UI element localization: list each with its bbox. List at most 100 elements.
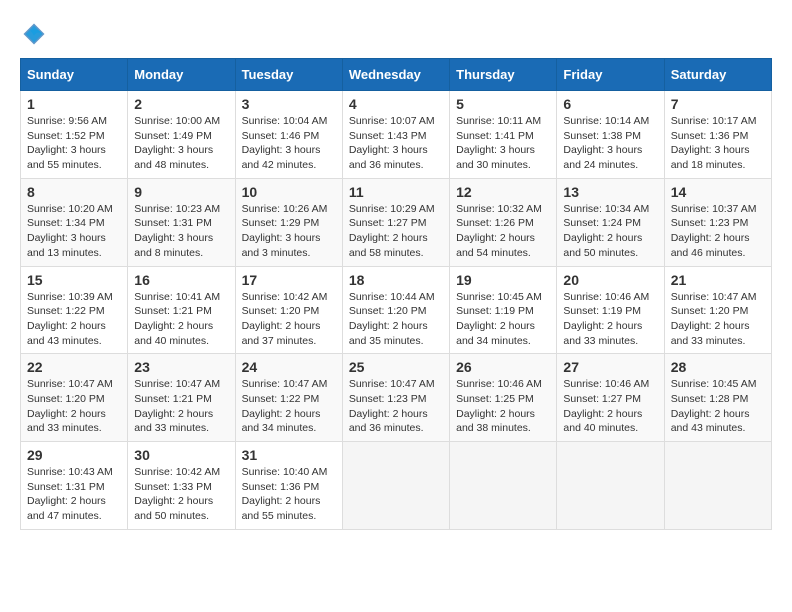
day-info: Sunrise: 10:14 AMSunset: 1:38 PMDaylight… bbox=[563, 114, 657, 173]
day-info: Sunrise: 10:37 AMSunset: 1:23 PMDaylight… bbox=[671, 202, 765, 261]
calendar-cell: 23 Sunrise: 10:47 AMSunset: 1:21 PMDaylig… bbox=[128, 354, 235, 442]
calendar-cell: 16 Sunrise: 10:41 AMSunset: 1:21 PMDaylig… bbox=[128, 266, 235, 354]
calendar-cell: 30Sunrise: 10:42 AMSunset: 1:33 PMDaylig… bbox=[128, 442, 235, 530]
day-info: Sunrise: 10:44 AMSunset: 1:20 PMDaylight… bbox=[349, 290, 443, 349]
calendar-cell: 10 Sunrise: 10:26 AMSunset: 1:29 PMDaylig… bbox=[235, 178, 342, 266]
day-number: 23 bbox=[134, 359, 228, 375]
day-number: 2 bbox=[134, 96, 228, 112]
calendar-cell: 21Sunrise: 10:47 AMSunset: 1:20 PMDaylig… bbox=[664, 266, 771, 354]
day-info: Sunrise: 10:46 AMSunset: 1:27 PMDaylight… bbox=[563, 377, 657, 436]
day-number: 31 bbox=[242, 447, 336, 463]
day-info: Sunrise: 10:47 AMSunset: 1:20 PMDaylight… bbox=[27, 377, 121, 436]
day-number: 15 bbox=[27, 272, 121, 288]
day-info: Sunrise: 10:46 AMSunset: 1:25 PMDaylight… bbox=[456, 377, 550, 436]
calendar-week-row: 29 Sunrise: 10:43 AMSunset: 1:31 PMDaylig… bbox=[21, 442, 772, 530]
calendar-cell: 6 Sunrise: 10:14 AMSunset: 1:38 PMDayligh… bbox=[557, 91, 664, 179]
weekday-header-row: SundayMondayTuesdayWednesdayThursdayFrid… bbox=[21, 59, 772, 91]
calendar-cell: 3 Sunrise: 10:04 AMSunset: 1:46 PMDayligh… bbox=[235, 91, 342, 179]
day-info: Sunrise: 10:41 AMSunset: 1:21 PMDaylight… bbox=[134, 290, 228, 349]
day-info: Sunrise: 10:29 AMSunset: 1:27 PMDaylight… bbox=[349, 202, 443, 261]
calendar-cell: 5Sunrise: 10:11 AMSunset: 1:41 PMDayligh… bbox=[450, 91, 557, 179]
weekday-header-wednesday: Wednesday bbox=[342, 59, 449, 91]
calendar-table: SundayMondayTuesdayWednesdayThursdayFrid… bbox=[20, 58, 772, 530]
calendar-cell: 25Sunrise: 10:47 AMSunset: 1:23 PMDaylig… bbox=[342, 354, 449, 442]
day-info: Sunrise: 10:45 AMSunset: 1:19 PMDaylight… bbox=[456, 290, 550, 349]
day-number: 24 bbox=[242, 359, 336, 375]
logo bbox=[20, 20, 52, 48]
header bbox=[20, 20, 772, 48]
day-number: 12 bbox=[456, 184, 550, 200]
calendar-cell: 31Sunrise: 10:40 AMSunset: 1:36 PMDaylig… bbox=[235, 442, 342, 530]
day-number: 10 bbox=[242, 184, 336, 200]
day-info: Sunrise: 10:34 AMSunset: 1:24 PMDaylight… bbox=[563, 202, 657, 261]
day-number: 27 bbox=[563, 359, 657, 375]
day-info: Sunrise: 10:39 AMSunset: 1:22 PMDaylight… bbox=[27, 290, 121, 349]
calendar-cell: 12 Sunrise: 10:32 AMSunset: 1:26 PMDaylig… bbox=[450, 178, 557, 266]
calendar-cell: 28Sunrise: 10:45 AMSunset: 1:28 PMDaylig… bbox=[664, 354, 771, 442]
day-info: Sunrise: 10:17 AMSunset: 1:36 PMDaylight… bbox=[671, 114, 765, 173]
day-info: Sunrise: 10:20 AMSunset: 1:34 PMDaylight… bbox=[27, 202, 121, 261]
weekday-header-tuesday: Tuesday bbox=[235, 59, 342, 91]
calendar-cell: 17 Sunrise: 10:42 AMSunset: 1:20 PMDaylig… bbox=[235, 266, 342, 354]
calendar-cell: 24 Sunrise: 10:47 AMSunset: 1:22 PMDaylig… bbox=[235, 354, 342, 442]
day-number: 16 bbox=[134, 272, 228, 288]
calendar-week-row: 22Sunrise: 10:47 AMSunset: 1:20 PMDaylig… bbox=[21, 354, 772, 442]
day-info: Sunrise: 10:23 AMSunset: 1:31 PMDaylight… bbox=[134, 202, 228, 261]
calendar-cell: 4 Sunrise: 10:07 AMSunset: 1:43 PMDayligh… bbox=[342, 91, 449, 179]
day-number: 7 bbox=[671, 96, 765, 112]
day-number: 8 bbox=[27, 184, 121, 200]
calendar-cell: 29 Sunrise: 10:43 AMSunset: 1:31 PMDaylig… bbox=[21, 442, 128, 530]
day-number: 13 bbox=[563, 184, 657, 200]
calendar-week-row: 15 Sunrise: 10:39 AMSunset: 1:22 PMDaylig… bbox=[21, 266, 772, 354]
day-number: 17 bbox=[242, 272, 336, 288]
weekday-header-friday: Friday bbox=[557, 59, 664, 91]
day-info: Sunrise: 10:04 AMSunset: 1:46 PMDaylight… bbox=[242, 114, 336, 173]
day-number: 6 bbox=[563, 96, 657, 112]
day-number: 25 bbox=[349, 359, 443, 375]
calendar-week-row: 8 Sunrise: 10:20 AMSunset: 1:34 PMDayligh… bbox=[21, 178, 772, 266]
day-info: Sunrise: 10:46 AMSunset: 1:19 PMDaylight… bbox=[563, 290, 657, 349]
day-number: 1 bbox=[27, 96, 121, 112]
logo-icon bbox=[20, 20, 48, 48]
day-number: 18 bbox=[349, 272, 443, 288]
day-number: 4 bbox=[349, 96, 443, 112]
day-info: Sunrise: 10:26 AMSunset: 1:29 PMDaylight… bbox=[242, 202, 336, 261]
day-info: Sunrise: 10:07 AMSunset: 1:43 PMDaylight… bbox=[349, 114, 443, 173]
calendar-cell: 8 Sunrise: 10:20 AMSunset: 1:34 PMDayligh… bbox=[21, 178, 128, 266]
calendar-cell: 27 Sunrise: 10:46 AMSunset: 1:27 PMDaylig… bbox=[557, 354, 664, 442]
day-info: Sunrise: 10:32 AMSunset: 1:26 PMDaylight… bbox=[456, 202, 550, 261]
day-number: 20 bbox=[563, 272, 657, 288]
calendar-cell bbox=[450, 442, 557, 530]
day-number: 5 bbox=[456, 96, 550, 112]
day-number: 29 bbox=[27, 447, 121, 463]
calendar-cell: 14 Sunrise: 10:37 AMSunset: 1:23 PMDaylig… bbox=[664, 178, 771, 266]
calendar-cell: 9 Sunrise: 10:23 AMSunset: 1:31 PMDayligh… bbox=[128, 178, 235, 266]
day-number: 26 bbox=[456, 359, 550, 375]
calendar-week-row: 1 Sunrise: 9:56 AMSunset: 1:52 PMDaylight… bbox=[21, 91, 772, 179]
day-info: Sunrise: 10:42 AMSunset: 1:20 PMDaylight… bbox=[242, 290, 336, 349]
day-number: 28 bbox=[671, 359, 765, 375]
day-number: 14 bbox=[671, 184, 765, 200]
calendar-cell bbox=[664, 442, 771, 530]
calendar-cell bbox=[557, 442, 664, 530]
day-info: Sunrise: 10:47 AMSunset: 1:22 PMDaylight… bbox=[242, 377, 336, 436]
day-number: 9 bbox=[134, 184, 228, 200]
calendar-cell: 15 Sunrise: 10:39 AMSunset: 1:22 PMDaylig… bbox=[21, 266, 128, 354]
calendar-cell: 20 Sunrise: 10:46 AMSunset: 1:19 PMDaylig… bbox=[557, 266, 664, 354]
day-info: Sunrise: 9:56 AMSunset: 1:52 PMDaylight:… bbox=[27, 114, 121, 173]
day-number: 19 bbox=[456, 272, 550, 288]
calendar-cell: 13 Sunrise: 10:34 AMSunset: 1:24 PMDaylig… bbox=[557, 178, 664, 266]
calendar-cell bbox=[342, 442, 449, 530]
calendar-cell: 22Sunrise: 10:47 AMSunset: 1:20 PMDaylig… bbox=[21, 354, 128, 442]
day-info: Sunrise: 10:47 AMSunset: 1:21 PMDaylight… bbox=[134, 377, 228, 436]
calendar-cell: 1 Sunrise: 9:56 AMSunset: 1:52 PMDaylight… bbox=[21, 91, 128, 179]
day-info: Sunrise: 10:43 AMSunset: 1:31 PMDaylight… bbox=[27, 465, 121, 524]
day-number: 3 bbox=[242, 96, 336, 112]
day-info: Sunrise: 10:42 AMSunset: 1:33 PMDaylight… bbox=[134, 465, 228, 524]
weekday-header-thursday: Thursday bbox=[450, 59, 557, 91]
weekday-header-sunday: Sunday bbox=[21, 59, 128, 91]
calendar-cell: 11Sunrise: 10:29 AMSunset: 1:27 PMDaylig… bbox=[342, 178, 449, 266]
calendar-cell: 26 Sunrise: 10:46 AMSunset: 1:25 PMDaylig… bbox=[450, 354, 557, 442]
calendar-cell: 19 Sunrise: 10:45 AMSunset: 1:19 PMDaylig… bbox=[450, 266, 557, 354]
calendar-cell: 2Sunrise: 10:00 AMSunset: 1:49 PMDayligh… bbox=[128, 91, 235, 179]
